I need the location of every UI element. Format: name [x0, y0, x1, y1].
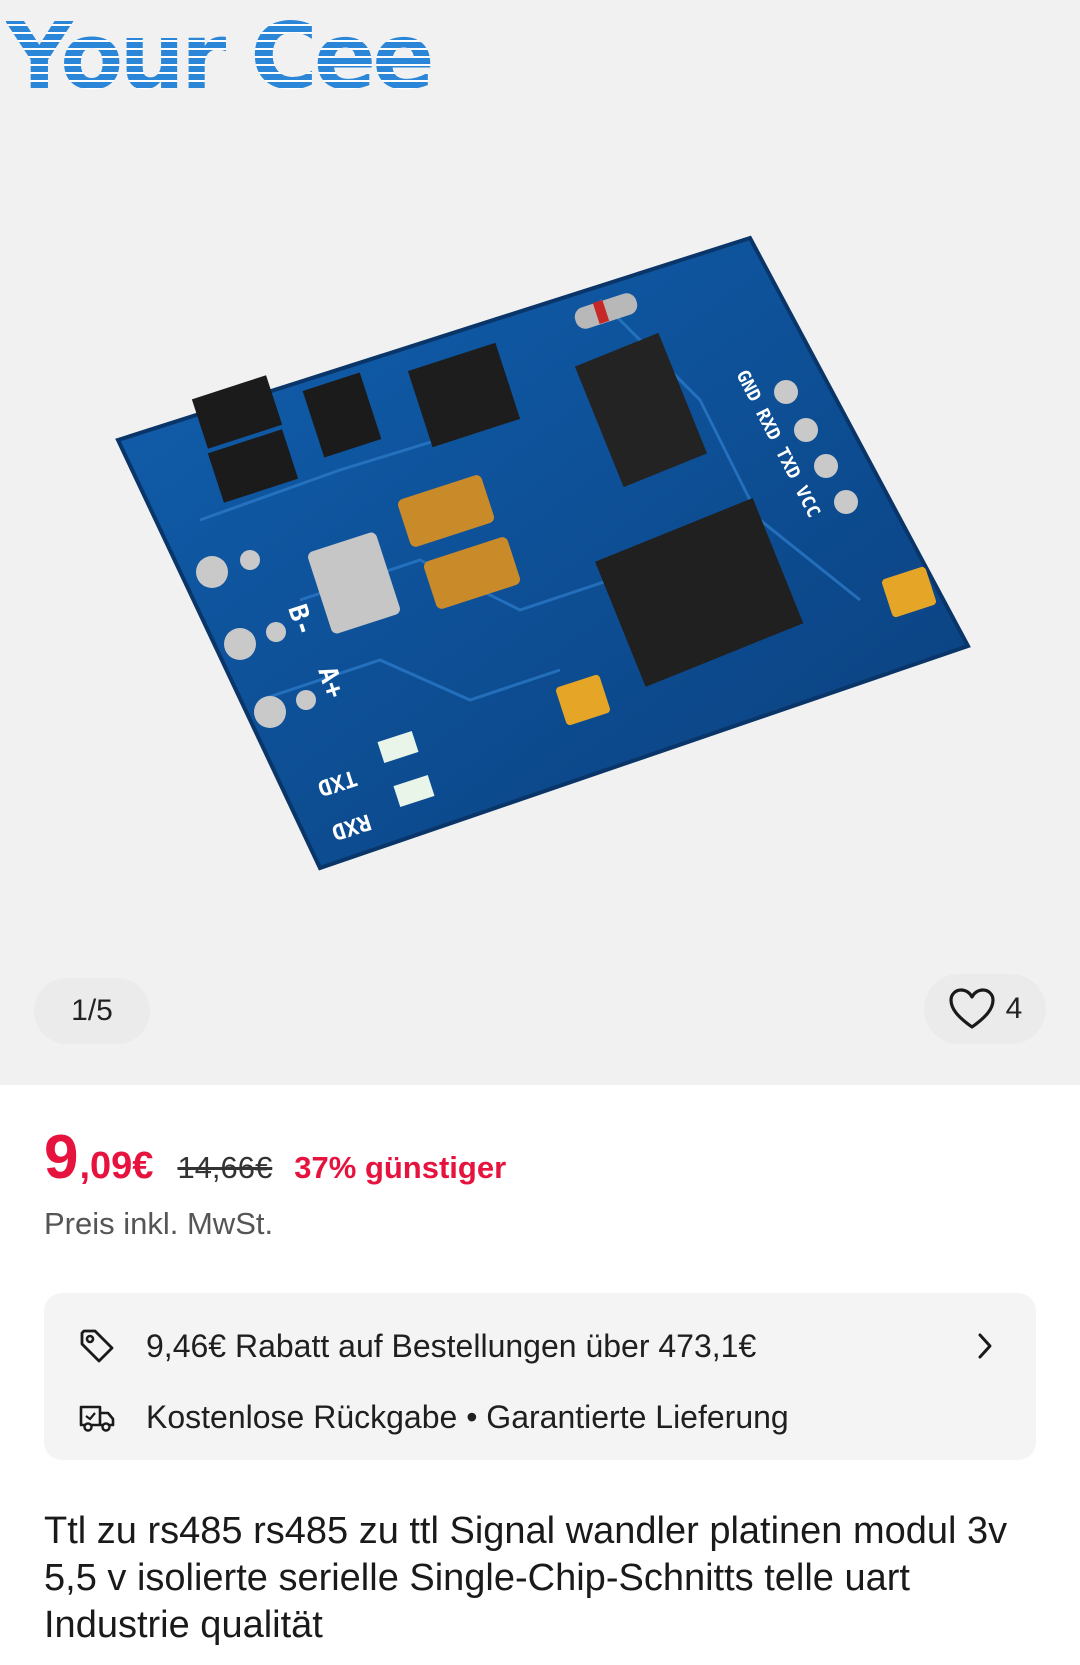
- price-row: 9 ,09€ 14,66€ 37% günstiger: [44, 1122, 506, 1192]
- favorites-count: 4: [1005, 992, 1023, 1025]
- discount-label: 37% günstiger: [294, 1150, 507, 1185]
- favorite-button[interactable]: 4: [924, 974, 1046, 1044]
- delivery-row: Kostenlose Rückgabe • Garantierte Liefer…: [44, 1387, 1036, 1447]
- vat-note: Preis inkl. MwSt.: [44, 1206, 274, 1241]
- promo-box: 9,46€ Rabatt auf Bestellungen über 473,1…: [44, 1293, 1036, 1460]
- chevron-right-icon[interactable]: [974, 1331, 996, 1361]
- coupon-row[interactable]: 9,46€ Rabatt auf Bestellungen über 473,1…: [44, 1316, 1036, 1376]
- product-image-gallery[interactable]: Your Cee GND RXD TXD VCC TXD RXD B- A+ 1…: [0, 0, 1080, 1085]
- price-decimal: ,09€: [79, 1145, 154, 1187]
- heart-icon: [949, 988, 995, 1029]
- price-integer: 9: [44, 1123, 78, 1192]
- product-title: Ttl zu rs485 rs485 zu ttl Signal wandler…: [44, 1510, 1008, 1646]
- delivery-truck-icon: [79, 1405, 115, 1432]
- image-counter: 1/5: [34, 978, 150, 1044]
- coupon-text: 9,46€ Rabatt auf Bestellungen über 473,1…: [146, 1327, 757, 1364]
- tag-icon: [80, 1329, 114, 1363]
- delivery-text: Kostenlose Rückgabe • Garantierte Liefer…: [146, 1398, 789, 1435]
- original-price: 14,66€: [177, 1150, 273, 1185]
- product-image-pcb[interactable]: GND RXD TXD VCC TXD RXD B- A+: [0, 0, 1080, 1085]
